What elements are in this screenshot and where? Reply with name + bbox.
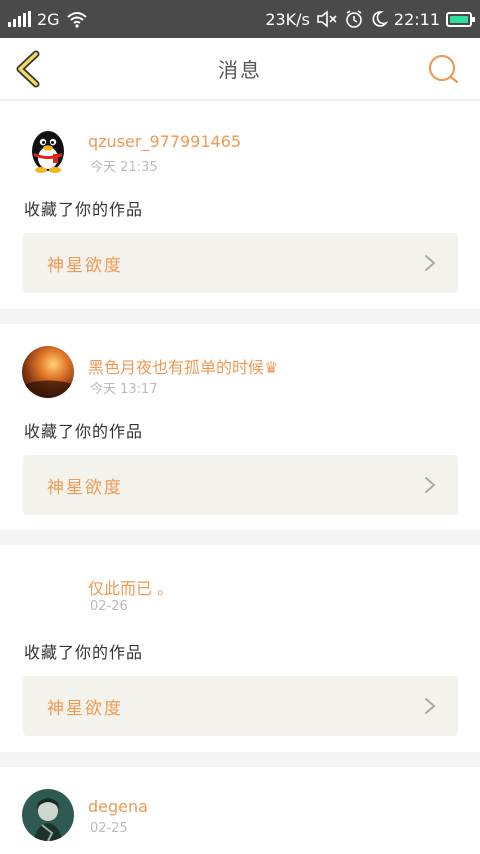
wifi-icon xyxy=(66,12,87,28)
work-title: 神星欲度 xyxy=(47,698,123,719)
title-bar: 消息 xyxy=(0,38,480,100)
message-card: degena 02-25 xyxy=(0,767,480,854)
character-image xyxy=(22,789,74,841)
sunset-avatar[interactable] xyxy=(22,346,74,398)
action-text: 收藏了你的作品 xyxy=(24,422,144,441)
blank-avatar[interactable] xyxy=(22,567,74,619)
work-link[interactable]: 神星欲度 xyxy=(23,455,458,515)
sunset-image xyxy=(22,346,74,398)
mute-icon xyxy=(317,10,337,28)
message-time: 今天 13:17 xyxy=(90,382,158,397)
moon-icon xyxy=(372,11,388,27)
status-bar: 2G 23K/s 22:11 xyxy=(0,0,480,38)
character-avatar[interactable] xyxy=(22,789,74,841)
work-title: 神星欲度 xyxy=(47,255,123,276)
page-title: 消息 xyxy=(218,58,262,82)
message-card: 黑色月夜也有孤单的时候♛ 今天 13:17 收藏了你的作品 神星欲度 xyxy=(0,324,480,530)
search-icon[interactable] xyxy=(426,52,460,86)
user-name[interactable]: 黑色月夜也有孤单的时候♛ xyxy=(88,354,278,378)
user-name[interactable]: 仅此而已 。 xyxy=(88,575,173,599)
message-time: 今天 21:35 xyxy=(90,160,158,175)
chevron-left-icon[interactable] xyxy=(12,50,46,88)
penguin-icon xyxy=(22,123,74,175)
battery-icon xyxy=(446,11,475,27)
message-time: 02-25 xyxy=(90,821,128,836)
network-speed: 23K/s xyxy=(265,9,310,29)
message-time: 02-26 xyxy=(90,599,128,614)
alarm-icon xyxy=(346,10,362,28)
chevron-right-icon xyxy=(425,698,436,714)
work-link[interactable]: 神星欲度 xyxy=(23,676,458,736)
network-type: 2G xyxy=(37,9,60,29)
action-text: 收藏了你的作品 xyxy=(24,643,144,662)
qq-penguin-avatar[interactable] xyxy=(22,123,74,175)
chevron-right-icon xyxy=(425,477,436,493)
user-name[interactable]: degena xyxy=(88,797,148,816)
chevron-right-icon xyxy=(425,255,436,271)
user-name[interactable]: qzuser_977991465 xyxy=(88,132,241,151)
work-link[interactable]: 神星欲度 xyxy=(23,233,458,293)
clock-time: 22:11 xyxy=(393,9,440,29)
message-card: 仅此而已 。 02-26 收藏了你的作品 神星欲度 xyxy=(0,545,480,752)
signal-icon xyxy=(8,11,31,27)
message-card: qzuser_977991465 今天 21:35 收藏了你的作品 神星欲度 xyxy=(0,101,480,309)
action-text: 收藏了你的作品 xyxy=(24,200,144,219)
work-title: 神星欲度 xyxy=(47,477,123,498)
